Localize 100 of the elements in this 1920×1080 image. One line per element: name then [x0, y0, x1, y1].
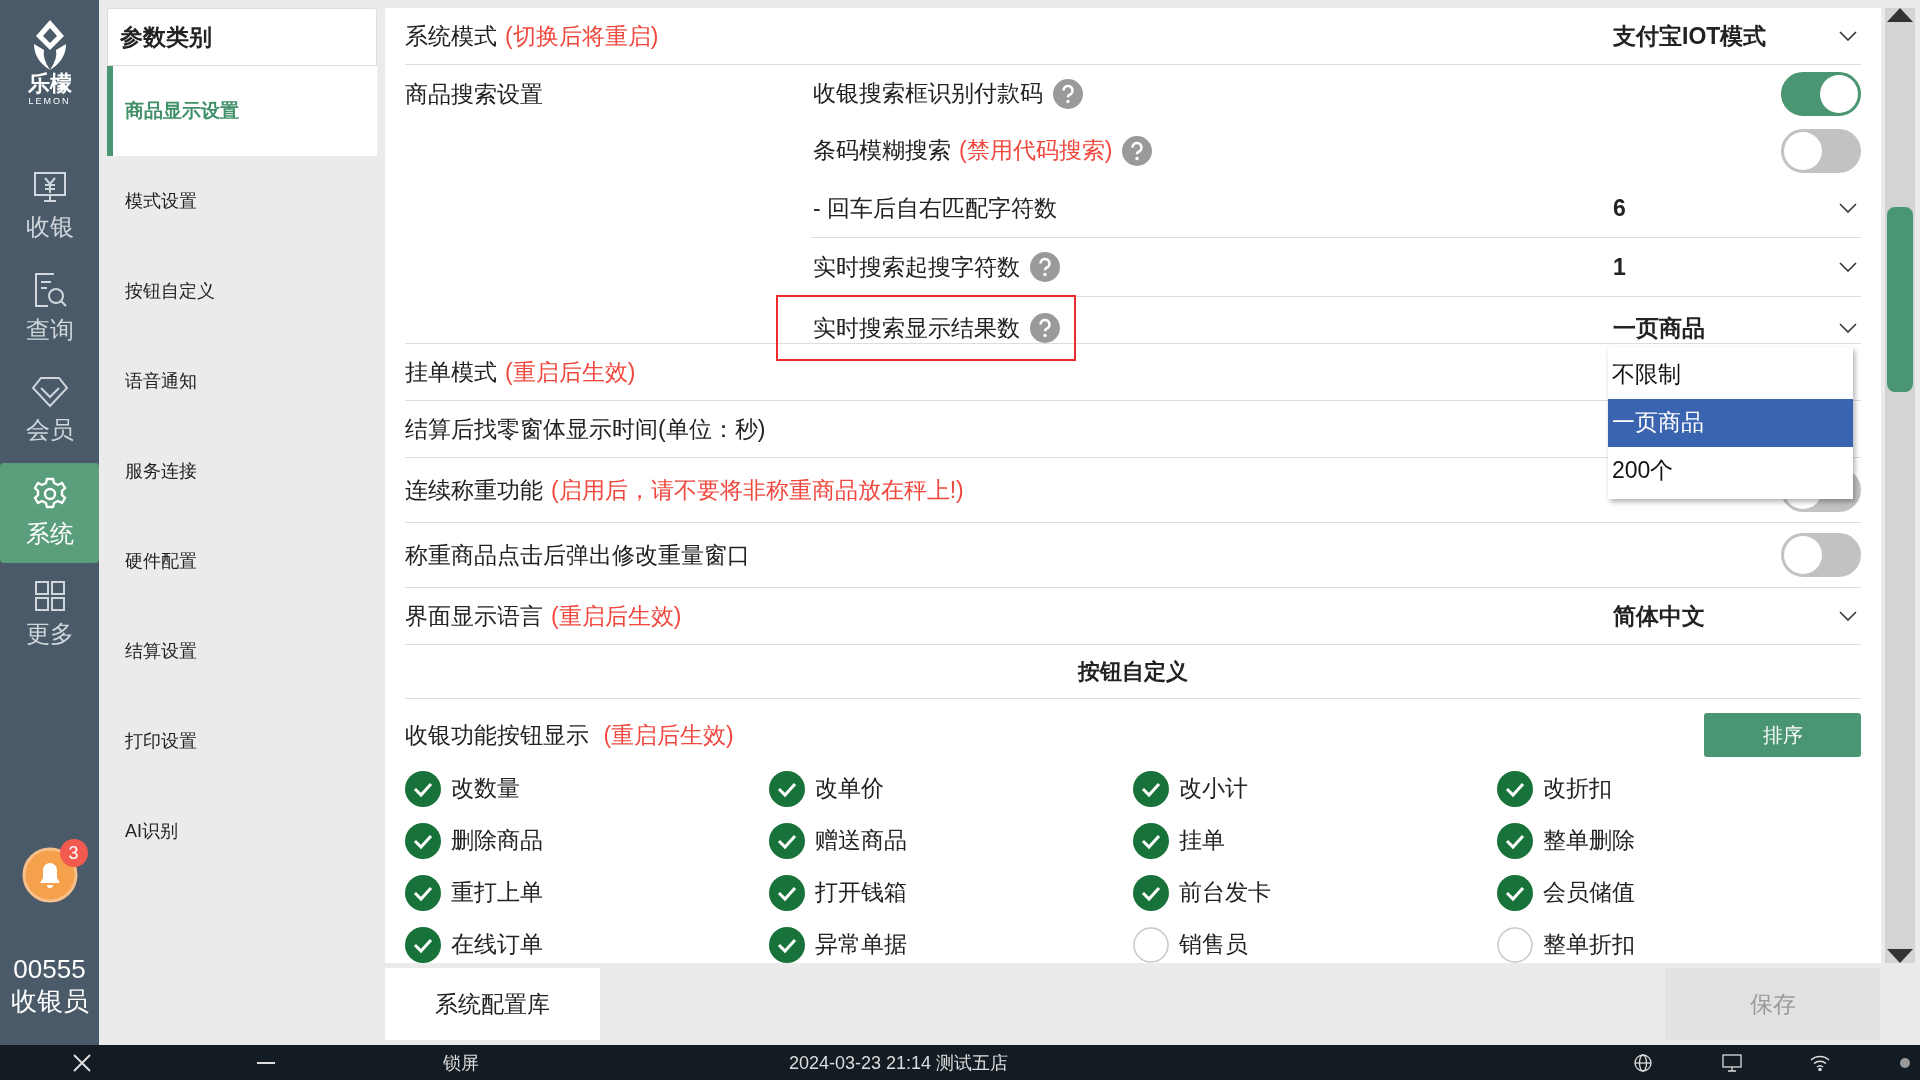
minimize-icon[interactable]: [257, 1060, 275, 1065]
category-item[interactable]: 按钮自定义: [107, 246, 377, 336]
wifi-icon[interactable]: [1810, 1054, 1830, 1071]
checked-circle-icon[interactable]: [769, 927, 805, 963]
setting-label: 界面显示语言 (重启后生效): [405, 601, 682, 631]
checkbox-label: 会员储值: [1543, 878, 1635, 908]
user-id: 00555: [13, 953, 86, 985]
category-item[interactable]: 硬件配置: [107, 516, 377, 606]
toggle-switch[interactable]: [1781, 533, 1861, 578]
category-item[interactable]: 服务连接: [107, 426, 377, 516]
select-dropdown[interactable]: 1: [1613, 253, 1861, 281]
category-item[interactable]: 打印设置: [107, 696, 377, 786]
sort-button[interactable]: 排序: [1704, 713, 1861, 758]
setting-label: 收银搜索框识别付款码: [813, 79, 1043, 108]
checkbox-label: 改数量: [451, 774, 520, 804]
toggle-switch[interactable]: [1781, 128, 1861, 173]
select-dropdown[interactable]: 6: [1613, 194, 1861, 222]
dropdown-option[interactable]: 一页商品: [1608, 398, 1853, 447]
setting-label: 挂单模式 (重启后生效): [405, 357, 636, 387]
unchecked-circle-icon[interactable]: [1133, 927, 1169, 963]
lock-screen-link[interactable]: 锁屏: [443, 1050, 479, 1075]
checked-circle-icon[interactable]: [1133, 771, 1169, 807]
help-icon[interactable]: [1030, 252, 1060, 282]
checked-circle-icon[interactable]: [1497, 771, 1533, 807]
section-title: 按钮自定义: [405, 645, 1861, 700]
checked-circle-icon[interactable]: [405, 771, 441, 807]
category-item[interactable]: 结算设置: [107, 606, 377, 696]
date-store-status: 2024-03-23 21:14 测试五店: [789, 1051, 1009, 1075]
setting-label: 实时搜索起搜字符数: [813, 252, 1020, 282]
checkbox-label: 整单折扣: [1543, 930, 1635, 960]
category-item[interactable]: AI识别: [107, 786, 377, 876]
nav-item[interactable]: 会员: [0, 361, 99, 461]
notification-count-badge: 3: [59, 839, 88, 867]
nav-item[interactable]: 收银: [0, 157, 99, 257]
category-title: 参数类别: [107, 8, 377, 66]
setting-label: - 回车后自右匹配字符数: [813, 193, 1058, 223]
setting-label: 结算后找零窗体显示时间(单位：秒): [405, 414, 766, 444]
checkbox-label: 赠送商品: [815, 826, 907, 856]
chevron-down-icon: [1839, 262, 1857, 272]
close-icon[interactable]: [73, 1053, 91, 1072]
category-item[interactable]: 语音通知: [107, 336, 377, 426]
checkbox-label: 销售员: [1179, 930, 1248, 960]
help-icon[interactable]: [1030, 313, 1060, 343]
chevron-down-icon: [1839, 31, 1857, 41]
monitor-icon[interactable]: [1722, 1053, 1742, 1072]
nav-item[interactable]: 查询: [0, 259, 99, 359]
select-dropdown[interactable]: 简体中文: [1613, 600, 1861, 632]
scrollbar[interactable]: [1885, 8, 1915, 963]
setting-label: 系统模式 (切换后将重启): [405, 21, 659, 51]
select-dropdown[interactable]: 支付宝IOT模式: [1613, 20, 1861, 52]
help-icon[interactable]: [1053, 78, 1083, 109]
user-role: 收银员: [10, 985, 89, 1017]
checked-circle-icon[interactable]: [1133, 875, 1169, 911]
checkbox-label: 打开钱箱: [815, 878, 907, 908]
diamond-icon: [30, 376, 69, 408]
help-icon[interactable]: [1122, 135, 1153, 166]
chevron-down-icon: [1839, 323, 1857, 333]
config-library-button[interactable]: 系统配置库: [385, 968, 600, 1040]
dropdown-option[interactable]: 200个: [1608, 446, 1853, 495]
checkbox-label: 改折扣: [1543, 774, 1612, 804]
checkbox-label: 整单删除: [1543, 826, 1635, 856]
checked-circle-icon[interactable]: [405, 927, 441, 963]
globe-icon[interactable]: [1634, 1053, 1652, 1072]
scroll-down-arrow-icon[interactable]: [1887, 949, 1913, 963]
category-item[interactable]: 商品显示设置: [107, 66, 377, 156]
checked-circle-icon[interactable]: [769, 771, 805, 807]
logo-text: 乐檬: [27, 72, 72, 96]
setting-label: 收银功能按钮显示 (重启后生效): [405, 720, 734, 750]
grid-icon: [33, 580, 66, 612]
checkbox-label: 挂单: [1179, 826, 1225, 856]
checked-circle-icon[interactable]: [1497, 875, 1533, 911]
toggle-switch[interactable]: [1781, 71, 1861, 116]
checked-circle-icon[interactable]: [405, 823, 441, 859]
nav-item[interactable]: 更多: [0, 565, 99, 665]
dropdown-option[interactable]: 不限制: [1608, 350, 1853, 399]
register-icon: [31, 171, 68, 205]
setting-label: 连续称重功能 (启用后，请不要将非称重商品放在秤上!): [405, 475, 964, 505]
setting-label: 条码模糊搜索 (禁用代码搜索): [813, 136, 1113, 165]
setting-label: 称重商品点击后弹出修改重量窗口: [405, 540, 750, 570]
category-item[interactable]: 模式设置: [107, 156, 377, 246]
checked-circle-icon[interactable]: [405, 875, 441, 911]
unchecked-circle-icon[interactable]: [1497, 927, 1533, 963]
checkbox-label: 改单价: [815, 774, 884, 804]
checkbox-label: 删除商品: [451, 826, 543, 856]
checkbox-label: 在线订单: [451, 930, 543, 960]
checked-circle-icon[interactable]: [769, 875, 805, 911]
chevron-down-icon: [1839, 611, 1857, 622]
setting-label: 实时搜索显示结果数: [813, 313, 1020, 343]
bell-icon[interactable]: [21, 847, 78, 903]
select-dropdown[interactable]: 一页商品: [1613, 312, 1861, 344]
chevron-down-icon: [1839, 203, 1857, 213]
scroll-up-arrow-icon[interactable]: [1887, 8, 1913, 22]
checked-circle-icon[interactable]: [769, 823, 805, 859]
checked-circle-icon[interactable]: [1497, 823, 1533, 859]
checked-circle-icon[interactable]: [1133, 823, 1169, 859]
scrollbar-thumb[interactable]: [1887, 207, 1913, 392]
setting-label: 商品搜索设置: [405, 80, 543, 109]
logo-subtext: LEMON: [28, 96, 71, 106]
checkbox-label: 改小计: [1179, 774, 1248, 804]
checkbox-label: 异常单据: [815, 930, 907, 960]
